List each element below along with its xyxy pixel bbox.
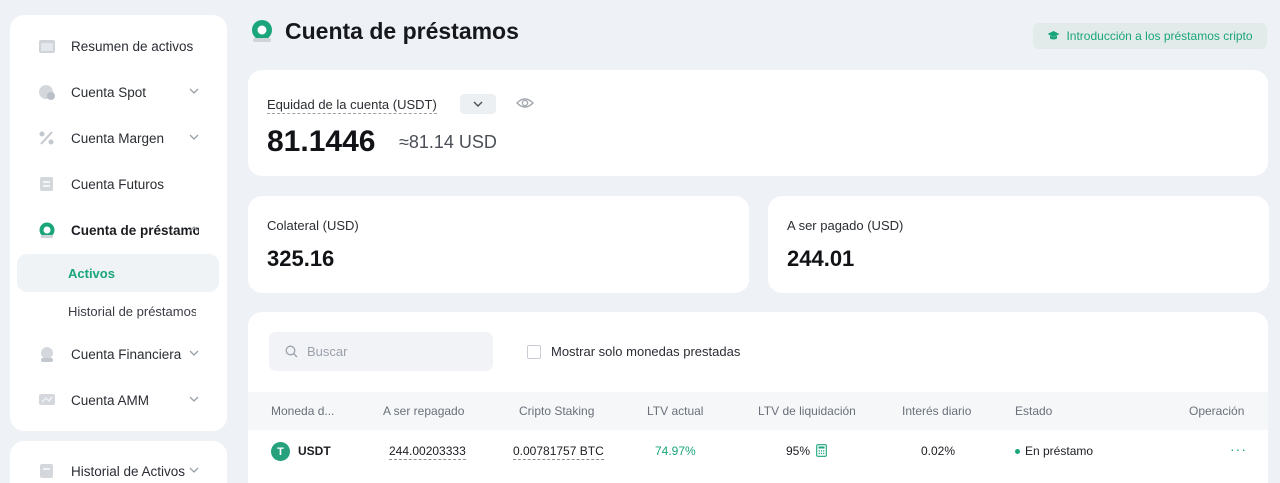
- chevron-down-icon[interactable]: [188, 131, 200, 143]
- borrowed-only-checkbox[interactable]: [527, 344, 541, 359]
- coin-name: USDT: [298, 444, 331, 458]
- sidebar-item-label: Cuenta Futuros: [71, 176, 165, 192]
- chevron-up-icon[interactable]: [188, 223, 200, 235]
- sidebar-item-label: Cuenta Financiera: [71, 346, 182, 362]
- table-row: T USDT 244.00203333 0.00781757 BTC 74.97…: [248, 430, 1268, 474]
- finance-icon: [41, 347, 53, 362]
- sidebar-item-loans[interactable]: Cuenta de préstamos: [10, 210, 227, 250]
- staking-amount[interactable]: 0.00781757 BTC: [513, 444, 604, 460]
- search-input[interactable]: [307, 332, 487, 371]
- percent-icon: [39, 131, 54, 145]
- sidebar-item-label: Cuenta Spot: [71, 84, 147, 100]
- loan-icon: [39, 222, 55, 238]
- sidebar-item-futures[interactable]: Cuenta Futuros: [10, 164, 227, 204]
- history-icon: [40, 464, 53, 478]
- search-box[interactable]: [269, 332, 493, 371]
- sidebar-item-label: Cuenta Margen: [71, 130, 165, 146]
- to-pay-label: A ser pagado (USD): [787, 218, 904, 233]
- daily-interest: 0.02%: [921, 444, 956, 458]
- tether-icon: T: [271, 442, 290, 461]
- status-dot: [1015, 449, 1020, 455]
- current-ltv: 74.97%: [655, 444, 696, 458]
- status-badge: En préstamo: [1015, 444, 1093, 458]
- loans-table-card: Mostrar solo monedas prestadas Moneda d.…: [248, 312, 1268, 483]
- sidebar-item-asset-summary[interactable]: Resumen de activos: [10, 26, 227, 66]
- sidebar-item-label: Resumen de activos: [71, 38, 194, 54]
- loan-icon: [252, 20, 272, 42]
- to-pay-card: A ser pagado (USD) 244.01: [768, 196, 1269, 293]
- borrowed-only-label: Mostrar solo monedas prestadas: [551, 344, 741, 359]
- search-icon: [285, 345, 298, 358]
- collateral-label: Colateral (USD): [267, 218, 359, 233]
- collateral-value: 325.16: [267, 246, 335, 271]
- chevron-down-icon: [473, 101, 483, 107]
- equity-card: Equidad de la cuenta (USDT) 81.1446 ≈81.…: [248, 70, 1268, 176]
- column-header-interest[interactable]: Interés diario: [902, 404, 971, 418]
- column-header-ltv[interactable]: LTV actual: [647, 404, 703, 418]
- intro-loans-link[interactable]: Introducción a los préstamos cripto: [1033, 23, 1267, 49]
- column-header-coin[interactable]: Moneda d...: [271, 404, 334, 418]
- sidebar-subitem-assets[interactable]: Activos: [17, 254, 219, 292]
- sidebar-item-label: Cuenta AMM: [71, 392, 150, 408]
- collateral-card: Colateral (USD) 325.16: [248, 196, 749, 293]
- column-header-operation: Operación: [1189, 404, 1245, 418]
- sidebar-item-margin[interactable]: Cuenta Margen: [10, 118, 227, 158]
- sidebar-subitem-label: Activos: [68, 265, 115, 281]
- equity-label: Equidad de la cuenta (USDT): [267, 97, 437, 114]
- sidebar-item-finance[interactable]: Cuenta Financiera: [10, 334, 227, 374]
- sidebar-subitem-loan-history[interactable]: Historial de préstamos: [17, 292, 219, 330]
- liquidation-ltv: 95%: [786, 444, 811, 458]
- table-header: Moneda d... A ser repagado Cripto Stakin…: [248, 392, 1268, 430]
- chevron-down-icon[interactable]: [188, 85, 200, 97]
- sidebar-item-label: Cuenta de préstamos: [71, 222, 199, 238]
- chevron-down-icon[interactable]: [188, 464, 200, 476]
- column-header-liq-ltv[interactable]: LTV de liquidación: [758, 404, 856, 418]
- chevron-down-icon[interactable]: [188, 347, 200, 359]
- amm-icon: [39, 394, 55, 405]
- currency-dropdown[interactable]: [460, 94, 496, 114]
- equity-value: 81.1446: [267, 125, 376, 158]
- more-options-icon[interactable]: ···: [1230, 441, 1247, 457]
- column-header-repay[interactable]: A ser repagado: [383, 404, 464, 418]
- status-text: En préstamo: [1025, 444, 1094, 458]
- column-header-status: Estado: [1015, 404, 1053, 418]
- sidebar-item-asset-history[interactable]: Historial de Activos: [10, 451, 227, 483]
- page-title: Cuenta de préstamos: [285, 18, 519, 44]
- column-header-staking[interactable]: Cripto Staking: [519, 404, 594, 418]
- calculator-icon[interactable]: [816, 444, 827, 457]
- graduation-cap-icon: [1047, 31, 1060, 40]
- eye-icon[interactable]: [516, 96, 534, 110]
- futures-icon: [40, 177, 53, 191]
- sidebar-item-label: Historial de Activos: [71, 463, 186, 479]
- sidebar-item-spot[interactable]: Cuenta Spot: [10, 72, 227, 112]
- sidebar-secondary: Historial de Activos: [10, 441, 227, 483]
- sidebar: Resumen de activos Cuenta Spot Cuenta Ma…: [10, 15, 227, 431]
- borrowed-only-toggle[interactable]: Mostrar solo monedas prestadas: [527, 344, 740, 359]
- repay-amount[interactable]: 244.00203333: [389, 444, 466, 460]
- equity-usd-value: ≈81.14 USD: [399, 132, 497, 152]
- intro-loans-link-label: Introducción a los préstamos cripto: [1066, 29, 1253, 43]
- sidebar-subitem-label: Historial de préstamos: [68, 303, 196, 319]
- spot-icon: [39, 85, 55, 100]
- wallet-icon: [39, 40, 55, 53]
- chevron-down-icon[interactable]: [188, 393, 200, 405]
- to-pay-value: 244.01: [787, 246, 855, 271]
- sidebar-item-amm[interactable]: Cuenta AMM: [10, 380, 227, 420]
